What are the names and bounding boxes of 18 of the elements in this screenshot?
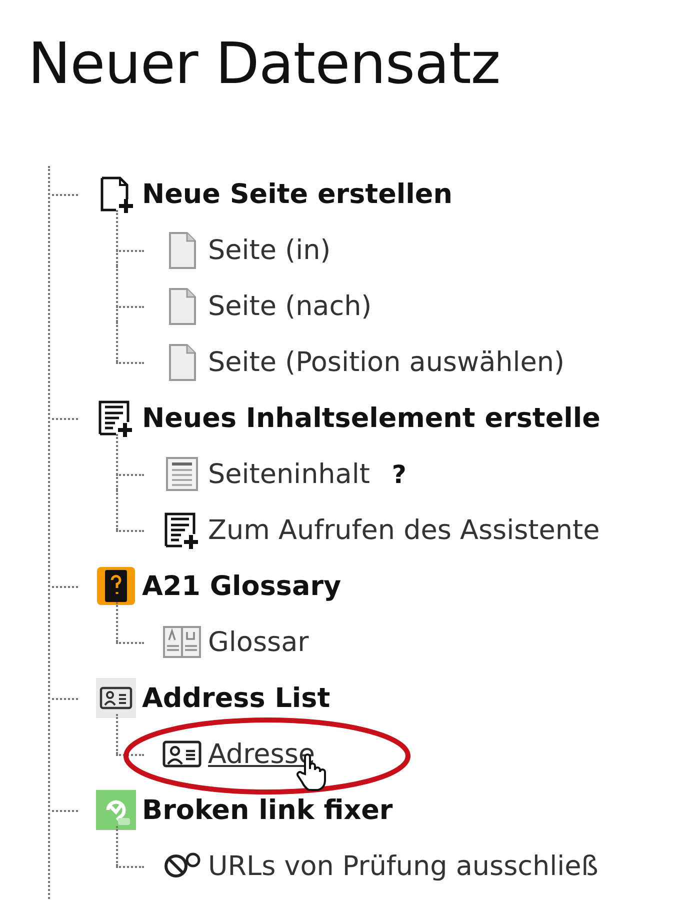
address-card-icon (96, 678, 136, 718)
group-label: Neue Seite erstellen (142, 178, 452, 210)
group-label: Broken link fixer (142, 794, 393, 826)
record-type-link[interactable]: Seite (Position auswählen) (208, 346, 564, 378)
link-fixer-icon (96, 790, 136, 830)
record-type-link[interactable]: Seite (nach) (208, 290, 372, 322)
record-type-link[interactable]: URLs von Prüfung ausschließ (208, 850, 598, 882)
record-type-link[interactable]: Adresse (208, 738, 315, 770)
help-icon[interactable]: ? (392, 460, 406, 488)
group-label: Neues Inhaltselement erstelle (142, 402, 600, 434)
group-label: A21 Glossary (142, 570, 342, 602)
glossary-icon (96, 566, 136, 606)
record-type-link[interactable]: Zum Aufrufen des Assistente (208, 514, 600, 546)
record-type-link[interactable]: Glossar (208, 626, 309, 658)
record-type-link[interactable]: Seiteninhalt (208, 458, 370, 490)
group-label: Address List (142, 682, 330, 714)
record-type-link[interactable]: Seite (in) (208, 234, 331, 266)
page-title: Neuer Datensatz (27, 30, 502, 99)
